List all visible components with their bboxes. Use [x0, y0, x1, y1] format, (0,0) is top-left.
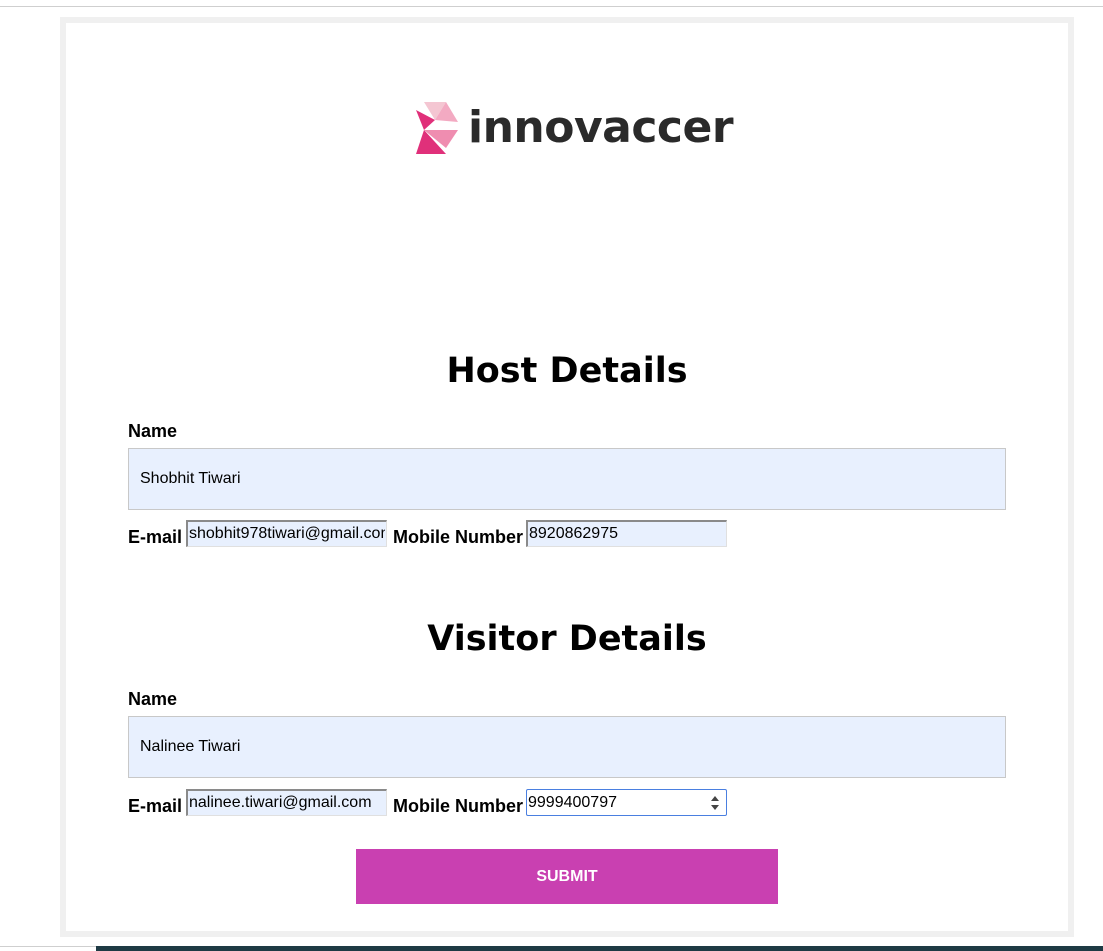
visitor-form-card: innovaccer Host Details Name E-mail Mobi…: [60, 17, 1074, 937]
host-details-title: Host Details: [446, 351, 688, 391]
host-name-label: Name: [128, 421, 178, 441]
host-mobile-input[interactable]: [526, 520, 727, 547]
page-bottom-divider: [0, 946, 96, 947]
host-mobile-label: Mobile Number: [393, 527, 524, 547]
visitor-email-label: E-mail: [128, 796, 183, 816]
brand-name: innovaccer: [468, 102, 734, 153]
visitor-mobile-label: Mobile Number: [393, 796, 524, 816]
number-spinner-icon[interactable]: [708, 793, 722, 813]
host-email-label: E-mail: [128, 527, 183, 547]
page-top-divider: [0, 6, 1103, 7]
page-bottom-strip: [96, 946, 1103, 951]
host-name-input[interactable]: [128, 448, 1006, 510]
innovaccer-logo-icon: [416, 102, 458, 154]
visitor-name-input[interactable]: [128, 716, 1006, 778]
visitor-email-input[interactable]: [186, 789, 387, 816]
visitor-details-title: Visitor Details: [427, 619, 707, 659]
visitor-name-label: Name: [128, 689, 178, 709]
submit-button[interactable]: SUBMIT: [356, 849, 778, 904]
visitor-mobile-input[interactable]: [526, 789, 727, 816]
brand-logo: innovaccer: [416, 99, 734, 157]
host-email-input[interactable]: [186, 520, 387, 547]
